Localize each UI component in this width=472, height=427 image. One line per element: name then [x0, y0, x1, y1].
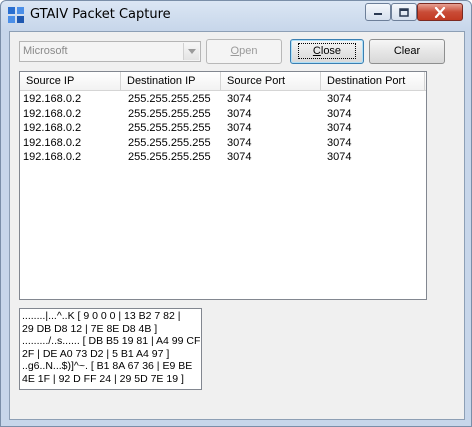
hex-dump-output[interactable]: ........|...^..K [ 9 0 0 0 | 13 B2 7 82 …	[19, 308, 202, 390]
maximize-icon	[399, 7, 409, 17]
close-window-button[interactable]	[417, 3, 463, 21]
close-button[interactable]: Close	[290, 39, 364, 64]
table-row[interactable]: 192.168.0.2 255.255.255.255 3074 3074	[20, 150, 426, 165]
window-title: GTAIV Packet Capture	[30, 7, 171, 22]
hex-dump-line: 4E 1F | 92 D FF 24 | 29 5D 7E 19 ]	[22, 372, 184, 385]
cell-destination-ip: 255.255.255.255	[128, 151, 211, 163]
hex-dump-line: 2F | DE A0 73 D2 | 5 B1 A4 97 ]	[22, 347, 170, 360]
table-row[interactable]: 192.168.0.2 255.255.255.255 3074 3074	[20, 136, 426, 151]
column-header-destination-port[interactable]: Destination Port	[321, 72, 425, 91]
cell-destination-port: 3074	[327, 151, 352, 163]
cell-source-port: 3074	[227, 107, 252, 120]
cell-source-port: 3074	[227, 151, 252, 163]
open-button-mnemonic: O	[230, 45, 240, 57]
hex-dump-line: ........./..s...... [ DB B5 19 81 | A4 9…	[22, 335, 201, 347]
cell-source-port: 3074	[227, 122, 252, 134]
app-window: GTAIV Packet Capture Microsoft Open Clos…	[0, 0, 472, 427]
cell-destination-ip: 255.255.255.255	[128, 93, 211, 105]
table-row[interactable]: 192.168.0.2 255.255.255.255 3074 3074	[20, 92, 426, 107]
cell-source-port: 3074	[227, 136, 252, 149]
close-button-mnemonic: C	[312, 45, 321, 57]
open-button[interactable]: Open	[206, 39, 282, 64]
cell-destination-port: 3074	[327, 107, 352, 120]
hex-dump-line: 29 DB D8 12 | 7E 8E D8 4B ]	[22, 322, 158, 335]
cell-destination-ip: 255.255.255.255	[128, 122, 211, 134]
clear-button-label: Clear	[393, 45, 421, 57]
cell-destination-port: 3074	[327, 136, 352, 149]
cell-source-ip: 192.168.0.2	[23, 136, 82, 149]
column-header-source-ip[interactable]: Source IP	[20, 72, 121, 91]
cell-source-port: 3074	[227, 93, 252, 105]
device-select[interactable]: Microsoft	[19, 41, 201, 62]
close-button-label: lose	[320, 45, 342, 57]
close-icon	[434, 6, 446, 18]
client-area: Microsoft Open Close Clear Source IP Des…	[9, 31, 465, 420]
packet-list[interactable]: Source IP Destination IP Source Port Des…	[19, 71, 427, 300]
minimize-icon	[374, 13, 382, 15]
chevron-down-icon	[187, 49, 196, 54]
cell-source-ip: 192.168.0.2	[23, 93, 82, 105]
close-button-focus: Close	[297, 43, 357, 59]
cell-destination-port: 3074	[327, 122, 352, 134]
dropdown-button[interactable]	[183, 43, 199, 60]
cell-destination-port: 3074	[327, 93, 352, 105]
minimize-button[interactable]	[365, 3, 391, 21]
hex-dump-line: ........|...^..K [ 9 0 0 0 | 13 B2 7 82 …	[22, 310, 181, 322]
packet-list-header: Source IP Destination IP Source Port Des…	[20, 72, 426, 91]
clear-button[interactable]: Clear	[369, 39, 445, 64]
open-button-label: pen	[239, 45, 258, 57]
hex-dump-line: ..g6..N...$)]^~. [ B1 8A 67 36 | E9 BE	[22, 360, 193, 372]
cell-destination-ip: 255.255.255.255	[128, 136, 211, 149]
cell-destination-ip: 255.255.255.255	[128, 107, 211, 120]
cell-source-ip: 192.168.0.2	[23, 122, 82, 134]
table-row[interactable]: 192.168.0.2 255.255.255.255 3074 3074	[20, 121, 426, 136]
column-header-source-port[interactable]: Source Port	[221, 72, 321, 91]
title-bar[interactable]: GTAIV Packet Capture	[1, 1, 471, 29]
cell-source-ip: 192.168.0.2	[23, 151, 82, 163]
maximize-button[interactable]	[391, 3, 417, 21]
column-header-destination-ip[interactable]: Destination IP	[121, 72, 221, 91]
cell-source-ip: 192.168.0.2	[23, 107, 82, 120]
device-select-value: Microsoft	[23, 45, 68, 57]
app-icon	[8, 7, 24, 23]
table-row[interactable]: 192.168.0.2 255.255.255.255 3074 3074	[20, 107, 426, 122]
packet-list-rows: 192.168.0.2 255.255.255.255 3074 3074 19…	[20, 92, 426, 165]
